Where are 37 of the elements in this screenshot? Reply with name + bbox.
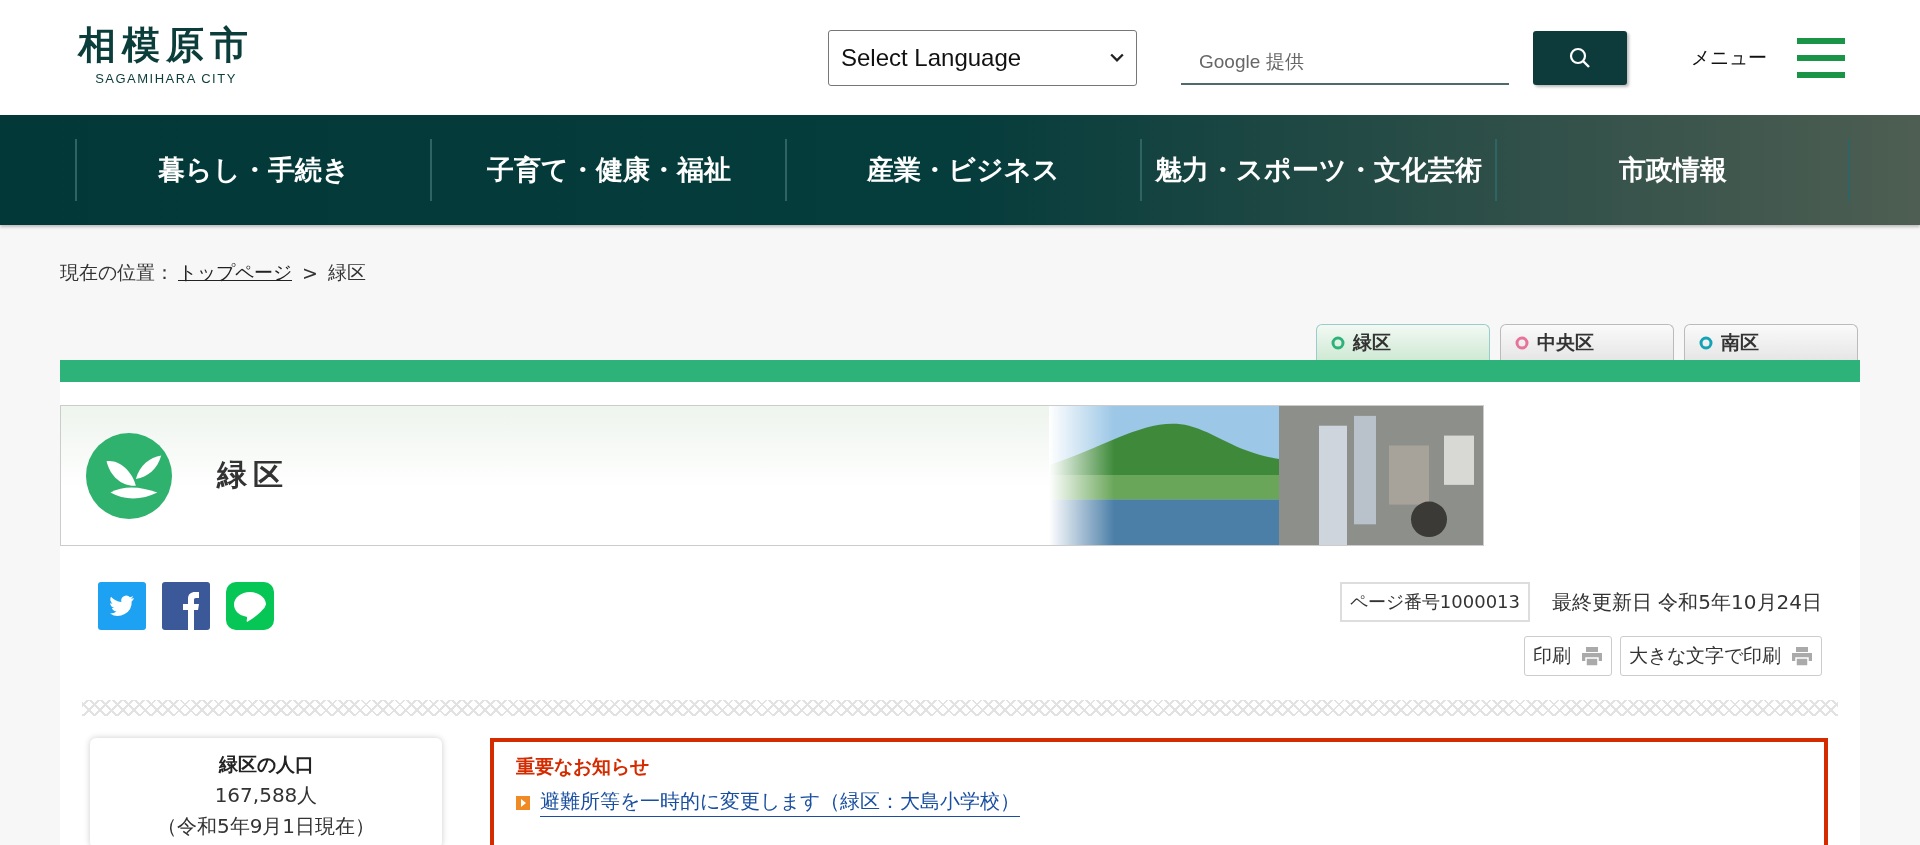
page-number: ページ番号1000013 <box>1339 582 1530 622</box>
population-date-note: （令和5年9月1日現在） <box>156 813 376 840</box>
city-logo-title[interactable]: 相模原市 <box>78 25 254 67</box>
language-select[interactable]: Select Language <box>828 29 1137 86</box>
arrow-bullet-icon <box>516 795 530 810</box>
notice-link[interactable]: 避難所等を一時的に変更します（緑区：大島小学校） <box>540 788 1020 817</box>
chevron-down-icon <box>1110 52 1124 63</box>
leaf-emblem-icon <box>85 431 173 520</box>
ward-tab[interactable]: 南区 <box>1684 324 1858 360</box>
breadcrumb-link[interactable]: トップページ <box>178 259 292 286</box>
population-title: 緑区の人口 <box>218 752 314 777</box>
nav-item[interactable]: 子育て・健康・福祉 <box>430 139 785 201</box>
search-button[interactable] <box>1533 30 1627 85</box>
last-updated-date: 最終更新日 令和5年10月24日 <box>1552 588 1822 616</box>
nav-item[interactable]: 市政情報 <box>1495 139 1850 201</box>
printer-icon <box>1791 645 1813 667</box>
breadcrumb-current: 緑区 <box>327 259 366 285</box>
breadcrumb-separator: > <box>302 261 318 284</box>
nav-item[interactable]: 魅力・スポーツ・文化芸術 <box>1140 139 1495 201</box>
facebook-icon[interactable] <box>162 582 210 630</box>
population-value: 167,588人 <box>214 782 318 809</box>
city-logo-subtitle[interactable]: SAGAMIHARA CITY <box>95 70 237 86</box>
breadcrumb-label: 現在の位置： <box>60 259 174 285</box>
notice-title: 重要なお知らせ <box>516 754 650 779</box>
ward-tab[interactable]: 緑区 <box>1316 324 1490 360</box>
ward-title: 緑区 <box>217 456 289 494</box>
menu-icon[interactable] <box>1797 37 1845 78</box>
search-icon <box>1568 45 1592 70</box>
printer-icon <box>1581 645 1603 667</box>
bird-icon[interactable] <box>98 582 146 630</box>
ward-tab[interactable]: 中央区 <box>1500 324 1674 360</box>
menu-label[interactable]: メニュー <box>1691 44 1767 71</box>
chat-bubble-icon[interactable] <box>226 582 274 630</box>
nav-item[interactable]: 産業・ビジネス <box>785 139 1140 201</box>
nav-item[interactable]: 暮らし・手続き <box>75 139 430 201</box>
print-button[interactable]: 大きな文字で印刷 <box>1620 636 1822 676</box>
print-button[interactable]: 印刷 <box>1524 636 1612 676</box>
